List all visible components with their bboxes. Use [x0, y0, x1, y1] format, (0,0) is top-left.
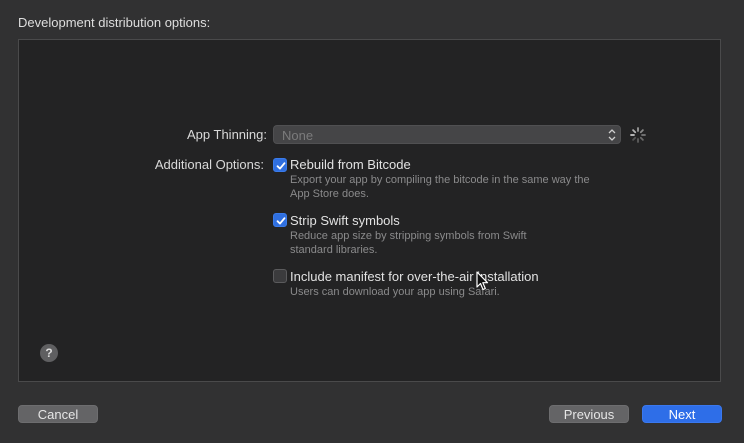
additional-options-label: Additional Options:	[154, 157, 264, 172]
page-title: Development distribution options:	[18, 15, 211, 30]
description-line: standard libraries.	[290, 243, 378, 256]
include-manifest-label[interactable]: Include manifest for over-the-air instal…	[290, 269, 539, 284]
options-panel: App Thinning: None Additional Options: R…	[18, 39, 721, 382]
next-button[interactable]: Next	[642, 405, 722, 423]
checkmark-icon	[276, 162, 286, 170]
checkmark-icon	[276, 217, 286, 225]
include-manifest-checkbox[interactable]	[273, 269, 287, 283]
chevron-up-down-icon	[607, 127, 617, 143]
mouse-pointer-icon	[476, 271, 490, 291]
strip-swift-symbols-description: Reduce app size by stripping symbols fro…	[290, 230, 620, 257]
cancel-button[interactable]: Cancel	[18, 405, 98, 423]
description-line: Users can download your app using Safari…	[290, 286, 500, 298]
rebuild-bitcode-checkbox[interactable]	[273, 158, 287, 172]
app-thinning-value: None	[282, 128, 314, 143]
description-line: Export your app by compiling the bitcode…	[290, 174, 590, 186]
strip-swift-symbols-label[interactable]: Strip Swift symbols	[290, 213, 400, 228]
rebuild-bitcode-description: Export your app by compiling the bitcode…	[290, 174, 620, 201]
description-line: App Store does.	[290, 187, 369, 200]
loading-spinner-icon	[628, 125, 648, 145]
app-thinning-select[interactable]: None	[273, 125, 621, 144]
app-thinning-label: App Thinning:	[187, 127, 267, 142]
description-line: Reduce app size by stripping symbols fro…	[290, 230, 527, 242]
include-manifest-description: Users can download your app using Safari…	[290, 286, 620, 300]
strip-swift-symbols-checkbox[interactable]	[273, 213, 287, 227]
previous-button[interactable]: Previous	[549, 405, 629, 423]
help-button[interactable]: ?	[40, 344, 58, 362]
rebuild-bitcode-label[interactable]: Rebuild from Bitcode	[290, 157, 411, 172]
